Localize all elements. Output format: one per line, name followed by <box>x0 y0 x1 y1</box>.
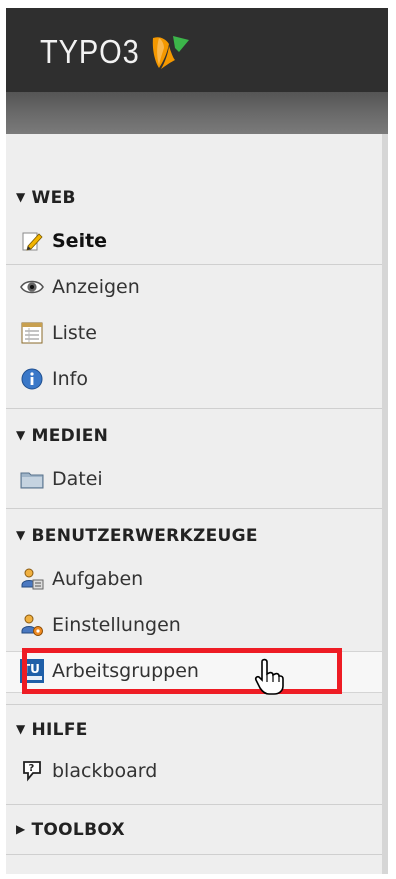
divider <box>6 508 382 509</box>
divider <box>6 704 382 705</box>
user-tasks-icon <box>20 567 44 591</box>
menu-item-label: blackboard <box>52 760 158 782</box>
highlight-box <box>22 648 342 694</box>
module-menu-panel: TYPO3 ▼ WEB Seite Anzeigen Liste Info ▼ … <box>6 8 388 874</box>
user-settings-icon <box>20 613 44 637</box>
sub-toolbar <box>6 92 388 134</box>
menu-item-blackboard[interactable]: ? blackboard <box>20 750 157 792</box>
scroll-edge <box>382 134 388 874</box>
menu-item-label: Datei <box>52 468 103 490</box>
divider <box>6 408 382 409</box>
section-header-benutzerwerkzeuge[interactable]: ▼ BENUTZERWERKZEUGE <box>16 526 258 546</box>
expanded-triangle-icon: ▼ <box>16 528 26 542</box>
screenshot-frame: TYPO3 ▼ WEB Seite Anzeigen Liste Info ▼ … <box>0 0 396 879</box>
divider <box>6 264 382 265</box>
logo-text: TYPO3 <box>40 33 140 70</box>
folder-icon <box>20 467 44 491</box>
expanded-triangle-icon: ▼ <box>16 190 26 204</box>
collapsed-triangle-icon: ▶ <box>16 822 26 836</box>
divider <box>6 854 382 855</box>
menu-item-aufgaben[interactable]: Aufgaben <box>20 558 143 600</box>
menu-item-label: Info <box>52 368 88 390</box>
expanded-triangle-icon: ▼ <box>16 722 26 736</box>
section-header-hilfe[interactable]: ▼ HILFE <box>16 720 88 740</box>
menu-item-label: Seite <box>52 230 108 252</box>
section-title: TOOLBOX <box>31 820 125 840</box>
eye-icon <box>20 275 44 299</box>
section-header-web[interactable]: ▼ WEB <box>16 188 76 208</box>
top-bar: TYPO3 <box>6 8 388 92</box>
divider <box>6 804 382 805</box>
svg-text:?: ? <box>29 763 35 774</box>
section-title: BENUTZERWERKZEUGE <box>31 526 258 546</box>
menu-item-label: Liste <box>52 322 97 344</box>
typo3-logo-icon <box>153 36 190 69</box>
page-edit-icon <box>20 229 44 253</box>
section-title: WEB <box>31 188 76 208</box>
menu-item-liste[interactable]: Liste <box>20 312 97 354</box>
menu-item-datei[interactable]: Datei <box>20 458 103 500</box>
menu-item-label: Anzeigen <box>52 276 140 298</box>
section-header-medien[interactable]: ▼ MEDIEN <box>16 426 108 446</box>
hand-cursor-icon <box>254 658 284 695</box>
menu-item-seite[interactable]: Seite <box>20 220 107 262</box>
info-icon <box>20 367 44 391</box>
section-title: HILFE <box>31 720 88 740</box>
menu-item-info[interactable]: Info <box>20 358 88 400</box>
help-icon: ? <box>20 759 44 783</box>
typo3-logo[interactable]: TYPO3 <box>40 32 193 72</box>
menu-item-einstellungen[interactable]: Einstellungen <box>20 604 181 646</box>
menu-item-anzeigen[interactable]: Anzeigen <box>20 266 140 308</box>
section-header-toolbox[interactable]: ▶ TOOLBOX <box>16 820 125 840</box>
section-title: MEDIEN <box>31 426 109 446</box>
menu-item-label: Aufgaben <box>52 568 144 590</box>
list-icon <box>20 321 44 345</box>
menu-item-label: Einstellungen <box>52 614 181 636</box>
expanded-triangle-icon: ▼ <box>16 428 26 442</box>
